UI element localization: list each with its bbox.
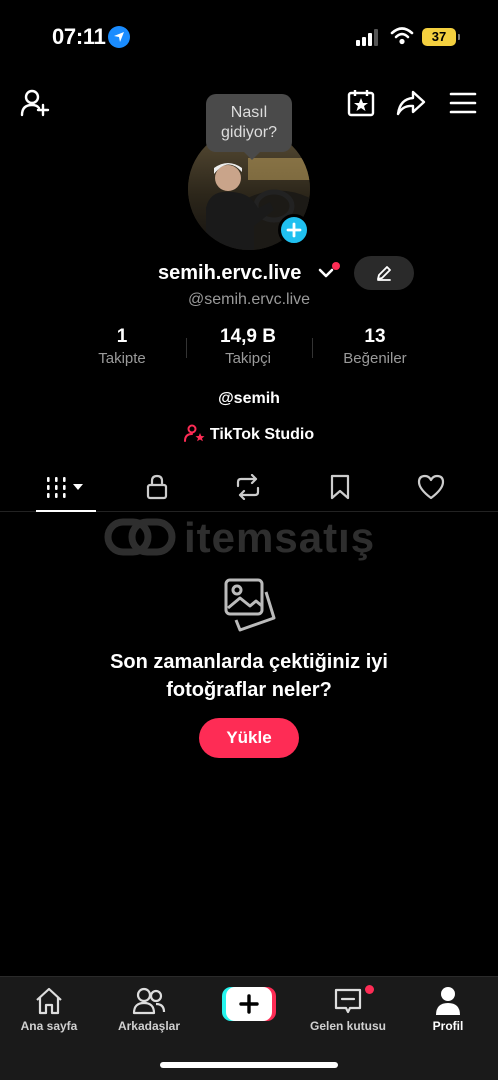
stat-divider [312, 338, 313, 358]
profile-icon [403, 985, 493, 1017]
home-indicator [160, 1062, 338, 1068]
home-icon [4, 985, 94, 1017]
nav-home-label: Ana sayfa [20, 1019, 78, 1033]
upload-button[interactable]: Yükle [199, 718, 299, 758]
stat-likes-value: 13 [364, 326, 386, 347]
nav-inbox[interactable]: Gelen kutusu [303, 985, 393, 1033]
stat-followers[interactable]: 14,9 B Takipçi [188, 326, 308, 367]
tab-videos[interactable] [36, 472, 96, 502]
nav-friends[interactable]: Arkadaşlar [104, 985, 194, 1033]
stat-following-label: Takipte [98, 350, 146, 367]
cellular-signal-icon [356, 28, 382, 46]
nav-profile[interactable]: Profil [403, 985, 493, 1033]
studio-icon [183, 424, 206, 447]
nav-profile-label: Profil [432, 1019, 464, 1033]
stat-likes[interactable]: 13 Beğeniler [315, 326, 435, 367]
tab-favorites[interactable] [310, 472, 370, 502]
chevron-down-icon[interactable] [318, 266, 334, 285]
repost-icon [236, 474, 260, 500]
menu-icon[interactable] [446, 86, 480, 120]
stat-likes-label: Beğeniler [343, 350, 407, 367]
stat-following-value: 1 [116, 326, 128, 347]
share-icon[interactable] [394, 86, 428, 120]
status-bar: 07:11 37 [0, 0, 498, 72]
notification-dot [332, 262, 340, 270]
stat-followers-label: Takipçi [225, 350, 271, 367]
profile-bio[interactable]: @semih [0, 390, 498, 408]
create-button[interactable] [222, 987, 276, 1021]
display-name[interactable]: semih.ervc.live [158, 262, 301, 285]
heart-icon [417, 474, 445, 500]
location-icon [108, 26, 130, 48]
add-friend-icon[interactable] [18, 86, 52, 120]
inbox-notification-dot [365, 985, 374, 994]
inbox-icon [303, 985, 393, 1017]
friends-icon [104, 985, 194, 1017]
watermark-text: itemsatış [184, 514, 376, 561]
empty-state-message: Son zamanlarda çektiğiniz iyi fotoğrafla… [110, 651, 388, 701]
stat-followers-value: 14,9 B [220, 326, 276, 347]
bookmark-icon [330, 474, 350, 500]
tab-liked[interactable] [401, 472, 461, 502]
status-time: 07:11 [52, 24, 106, 49]
lock-icon [146, 474, 168, 500]
content-tabs [0, 466, 498, 512]
nav-friends-label: Arkadaşlar [117, 1019, 181, 1033]
videos-grid-icon [47, 477, 83, 498]
calendar-star-icon[interactable] [344, 86, 378, 120]
stat-divider [186, 338, 187, 358]
photos-icon [220, 576, 278, 639]
battery-indicator: 37 [422, 28, 460, 46]
nav-inbox-label: Gelen kutusu [309, 1019, 386, 1033]
edit-profile-button[interactable] [354, 256, 414, 290]
active-tab-indicator [36, 510, 96, 512]
studio-label: TikTok Studio [209, 426, 315, 443]
watermark: itemsatış [104, 512, 404, 566]
status-tooltip[interactable]: Nasıl gidiyor? [206, 94, 292, 160]
tab-reposts[interactable] [218, 472, 278, 502]
nav-home[interactable]: Ana sayfa [4, 985, 94, 1033]
profile-handle: @semih.ervc.live [187, 291, 311, 308]
tab-private[interactable] [127, 472, 187, 502]
wifi-icon [390, 26, 414, 51]
tiktok-studio-link[interactable]: TikTok Studio [0, 424, 498, 447]
add-avatar-button[interactable] [278, 214, 310, 246]
stat-following[interactable]: 1 Takipte [62, 326, 182, 367]
profile-stats: 1 Takipte 14,9 B Takipçi 13 Beğeniler [0, 326, 498, 374]
plus-icon [226, 987, 272, 1021]
